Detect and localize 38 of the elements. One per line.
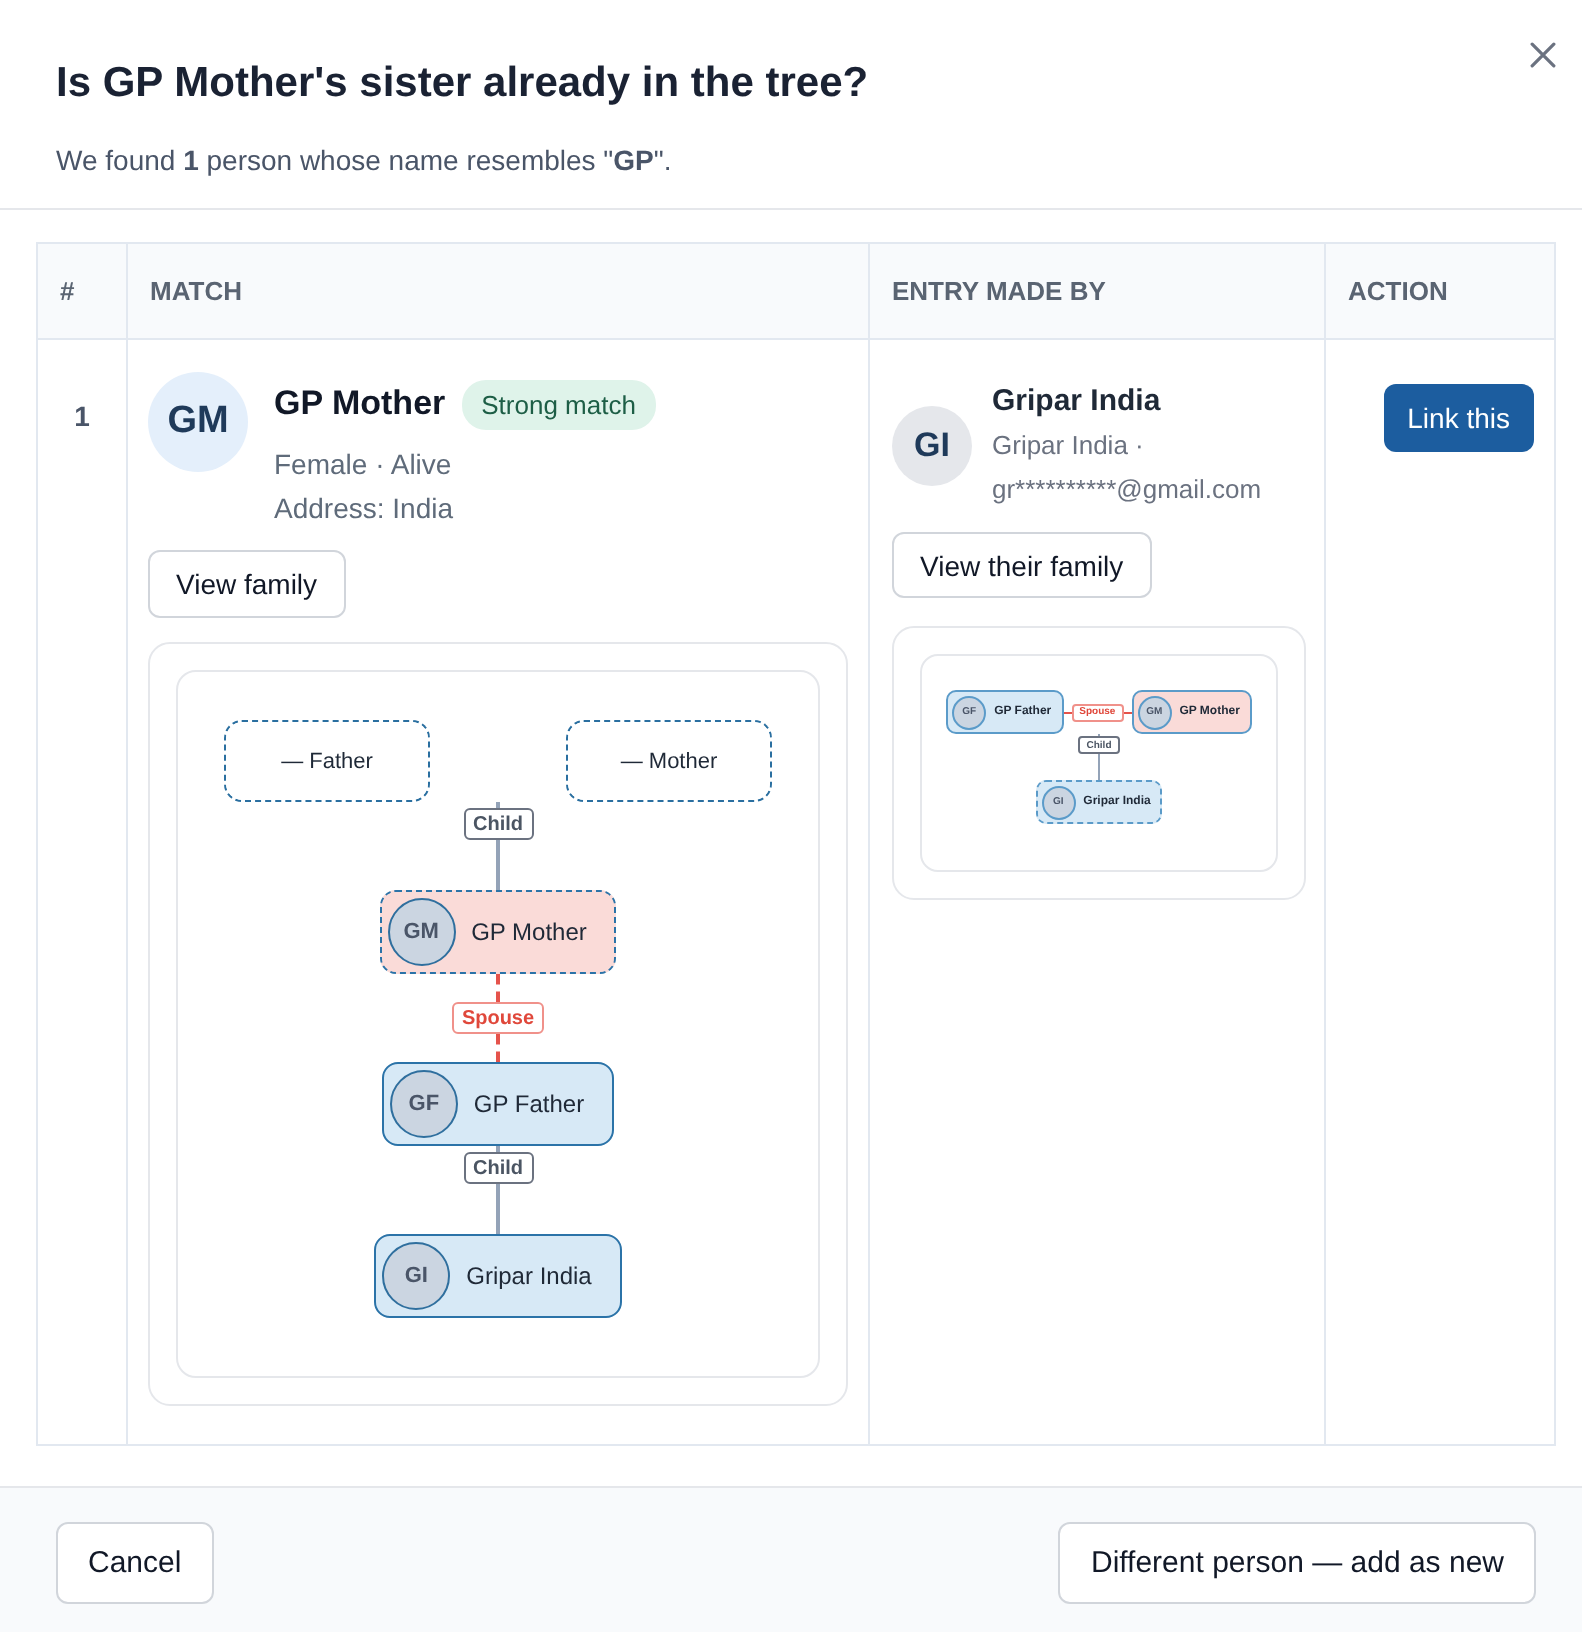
person-detail: Female · Alive (274, 446, 452, 484)
person-detail: Gripar India · gr**********@gmail.com (992, 428, 1264, 508)
connector-line (1098, 754, 1100, 780)
connector-line (496, 1184, 500, 1234)
column-header: # (60, 276, 75, 306)
relation-label: Spouse (451, 1002, 545, 1034)
person-name: GP Mother (471, 918, 587, 946)
column-header: ACTION (1348, 276, 1448, 306)
cancel-button[interactable]: Cancel (56, 1522, 214, 1604)
dialog-title: Is GP Mother's sister already in the tree? (56, 58, 869, 110)
close-icon[interactable] (1530, 42, 1556, 68)
view-family-button[interactable]: View family (148, 550, 346, 618)
person-node[interactable]: GI Gripar India (374, 1234, 622, 1318)
person-detail: Address: India (274, 490, 453, 528)
connector-line (496, 840, 500, 890)
person-name: GP Father (473, 1090, 585, 1118)
person-name: GP Mother (274, 384, 446, 424)
person-node[interactable]: GF GP Father (381, 1062, 615, 1146)
placeholder-node: — Father (224, 720, 430, 802)
person-avatar: GM (148, 372, 248, 472)
placeholder-node: — Mother (566, 720, 772, 802)
relation-label: Child (463, 808, 533, 840)
column-header: ENTRY MADE BY (892, 276, 1106, 306)
dialog-subtitle: We found 1 person whose name resembles "GP". (56, 142, 674, 180)
view-family-button[interactable]: View their family (892, 532, 1152, 598)
person-name: Gripar India (466, 1262, 592, 1290)
person-avatar: GF (389, 1070, 458, 1138)
relation-label: Child (463, 1152, 533, 1184)
person-node[interactable]: GM GP Mother (379, 890, 617, 974)
person-avatar: GI (382, 1242, 451, 1310)
row-number: 1 (74, 398, 90, 434)
person-avatar: GM (387, 898, 456, 966)
person-name: Gripar India (992, 382, 1161, 422)
link-this-button[interactable]: Link this (1383, 384, 1534, 452)
person-avatar: GI (892, 406, 972, 486)
match-badge: Strong match (461, 379, 656, 429)
add-as-new-button[interactable]: Different person — add as new (1058, 1522, 1536, 1604)
column-header: MATCH (150, 276, 242, 306)
